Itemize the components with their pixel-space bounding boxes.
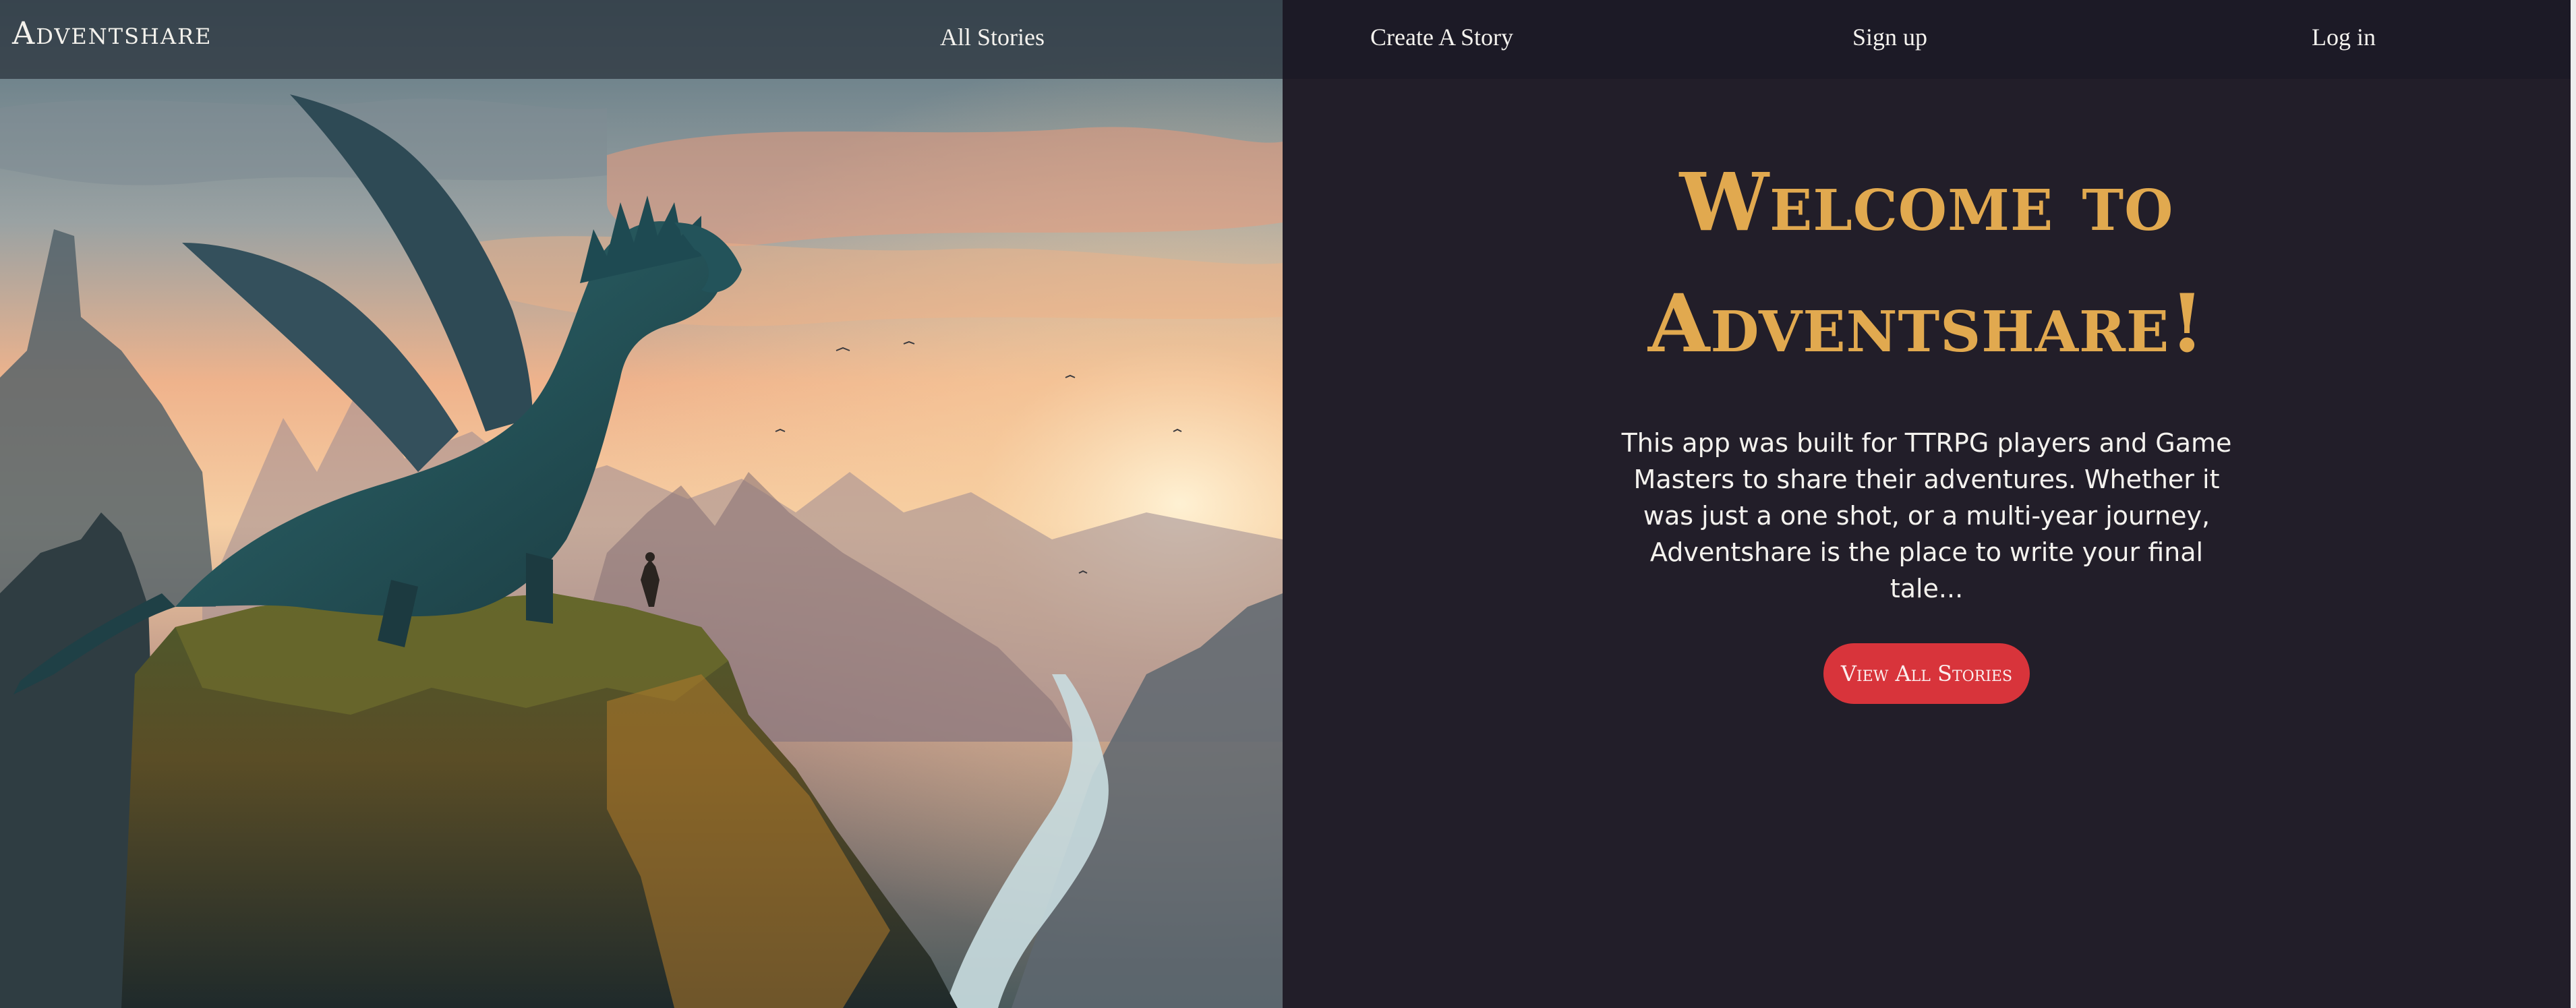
welcome-title: Welcome to Adventshare! bbox=[1647, 155, 2206, 370]
brand-logo-link[interactable]: Adventshare bbox=[12, 15, 212, 51]
nav-link-log-in[interactable]: Log in bbox=[2312, 23, 2376, 51]
welcome-section: Welcome to Adventshare! This app was bui… bbox=[1283, 142, 2571, 704]
nav-link-sign-up[interactable]: Sign up bbox=[1852, 23, 1927, 51]
view-all-stories-button[interactable]: View All Stories bbox=[1823, 643, 2030, 704]
window-edge bbox=[2571, 0, 2576, 1008]
hero-image bbox=[0, 0, 1283, 1008]
welcome-description: This app was built for TTRPG players and… bbox=[1621, 428, 2232, 603]
dragon-illustration bbox=[0, 0, 1283, 1008]
nav-link-all-stories[interactable]: All Stories bbox=[940, 23, 1045, 51]
nav-link-create-story[interactable]: Create A Story bbox=[1370, 23, 1513, 51]
top-navbar: Adventshare All Stories Create A Story S… bbox=[0, 0, 2571, 79]
